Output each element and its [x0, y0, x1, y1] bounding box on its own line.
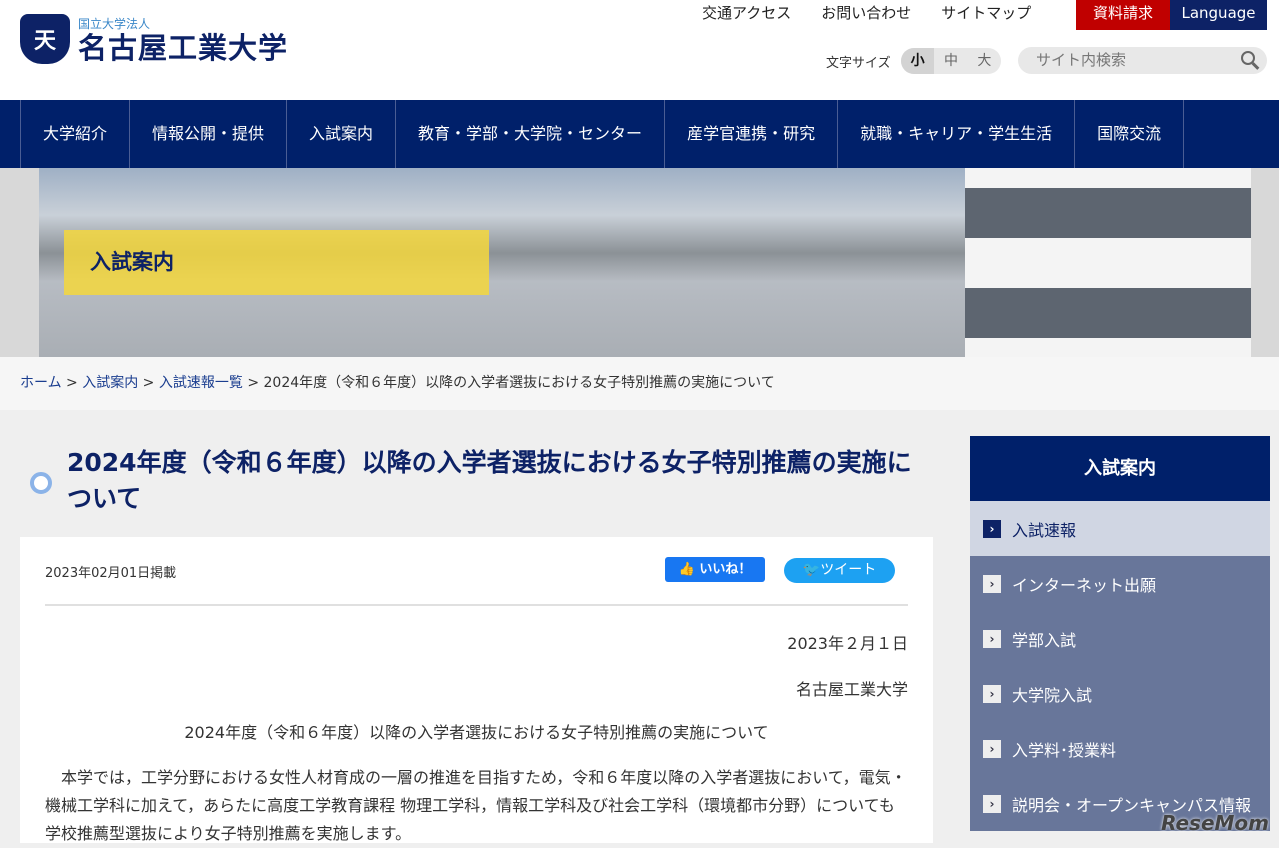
hero-title: 入試案内 — [64, 230, 489, 295]
divider — [45, 604, 908, 606]
chevron-right-icon: › — [983, 519, 1001, 538]
article-date: 2023年２月１日 — [787, 634, 908, 653]
sidebar: 入試案内 › 入試速報 › インターネット出願 › 学部入試 › 大学院入試 › 入学料･… — [970, 436, 1270, 831]
facebook-like-button[interactable]: 👍 いいね！ — [665, 557, 765, 582]
twitter-icon: 🐦 — [802, 562, 821, 578]
language-button[interactable]: Language — [1170, 0, 1267, 30]
font-size-medium[interactable]: 中 — [934, 48, 967, 74]
main-nav: 大学紹介 情報公開・提供 入試案内 教育・学部・大学院・センター 産学官連携・研… — [0, 100, 1279, 168]
sidebar-item-undergraduate[interactable]: › 学部入試 — [970, 611, 1270, 666]
header: 天 国立大学法人 名古屋工業大学 交通アクセス お問い合わせ サイトマップ 資料… — [0, 0, 1279, 100]
tweet-button[interactable]: 🐦ツイート — [784, 558, 895, 583]
nav-international[interactable]: 国際交流 — [1074, 100, 1185, 168]
hero-banner: 入試案内 — [0, 168, 1279, 357]
posted-date: 2023年02月01日掲載 — [45, 566, 177, 581]
chevron-right-icon: › — [983, 629, 1001, 648]
font-size-small[interactable]: 小 — [901, 48, 935, 74]
chevron-right-icon: › — [983, 794, 1001, 813]
logo-title: 名古屋工業大学 — [78, 30, 289, 65]
title-bullet-icon — [30, 472, 52, 494]
tweet-label: ツイート — [820, 562, 877, 578]
breadcrumb-news-list[interactable]: 入試速報一覧 — [159, 375, 243, 391]
sidebar-item-label: 入学料･授業料 — [1012, 740, 1117, 760]
font-size-large[interactable]: 大 — [968, 48, 1001, 74]
article-organization: 名古屋工業大学 — [795, 680, 908, 699]
nav-research[interactable]: 産学官連携・研究 — [664, 100, 837, 168]
sidebar-item-label: 学部入試 — [1012, 630, 1077, 650]
nav-admissions[interactable]: 入試案内 — [286, 100, 395, 168]
sitemap-link[interactable]: サイトマップ — [941, 2, 1031, 23]
article-body: 本学では，工学分野における女性人材育成の一層の推進を目指すため，令和６年度以降の… — [45, 768, 907, 843]
like-label: いいね！ — [699, 562, 752, 577]
page-title: 2024年度（令和６年度）以降の入学者選抜における女子特別推薦の実施について — [67, 448, 912, 513]
sidebar-item-fees[interactable]: › 入学料･授業料 — [970, 721, 1270, 776]
search-icon[interactable] — [1241, 51, 1255, 65]
breadcrumb-current: 2024年度（令和６年度）以降の入学者選抜における女子特別推薦の実施について — [263, 375, 775, 391]
logo-subtitle: 国立大学法人 — [78, 16, 151, 31]
request-materials-button[interactable]: 資料請求 — [1076, 0, 1170, 30]
article-heading: 2024年度（令和６年度）以降の入学者選抜における女子特別推薦の実施について — [184, 723, 769, 742]
breadcrumb: ホーム > 入試案内 > 入試速報一覧 > 2024年度（令和６年度）以降の入学… — [0, 357, 1279, 410]
chevron-right-icon: › — [983, 574, 1001, 593]
font-size-switcher: 小 中 大 — [901, 48, 1001, 74]
breadcrumb-home[interactable]: ホーム — [20, 375, 62, 391]
access-link[interactable]: 交通アクセス — [702, 2, 791, 23]
breadcrumb-admissions[interactable]: 入試案内 — [82, 375, 138, 391]
sidebar-item-graduate[interactable]: › 大学院入試 — [970, 666, 1270, 721]
building-photo — [965, 168, 1251, 357]
emblem-icon: 天 — [20, 14, 70, 64]
sidebar-item-online-application[interactable]: › インターネット出願 — [970, 556, 1270, 611]
resemom-watermark: ReseMom — [1161, 811, 1269, 835]
contact-link[interactable]: お問い合わせ — [821, 2, 911, 23]
nav-education[interactable]: 教育・学部・大学院・センター — [395, 100, 664, 168]
sidebar-item-label: 入試速報 — [1012, 520, 1077, 540]
article-card: 2023年02月01日掲載 👍 いいね！ 🐦ツイート 2023年２月１日 名古屋… — [20, 537, 933, 843]
search-placeholder: サイト内検索 — [1036, 51, 1127, 69]
chevron-right-icon: › — [983, 739, 1001, 758]
sidebar-title: 入試案内 — [970, 436, 1270, 501]
nav-about[interactable]: 大学紹介 — [20, 100, 129, 168]
search-input[interactable]: サイト内検索 — [1018, 47, 1267, 74]
sidebar-item-label: インターネット出願 — [1012, 575, 1157, 595]
nav-disclosure[interactable]: 情報公開・提供 — [129, 100, 286, 168]
university-logo[interactable]: 天 国立大学法人 名古屋工業大学 — [20, 14, 288, 64]
font-size-label: 文字サイズ — [826, 56, 891, 71]
chevron-right-icon: › — [983, 684, 1001, 703]
nav-career[interactable]: 就職・キャリア・学生生活 — [837, 100, 1074, 168]
sidebar-item-label: 大学院入試 — [1012, 685, 1093, 705]
sidebar-item-news[interactable]: › 入試速報 — [970, 501, 1270, 556]
